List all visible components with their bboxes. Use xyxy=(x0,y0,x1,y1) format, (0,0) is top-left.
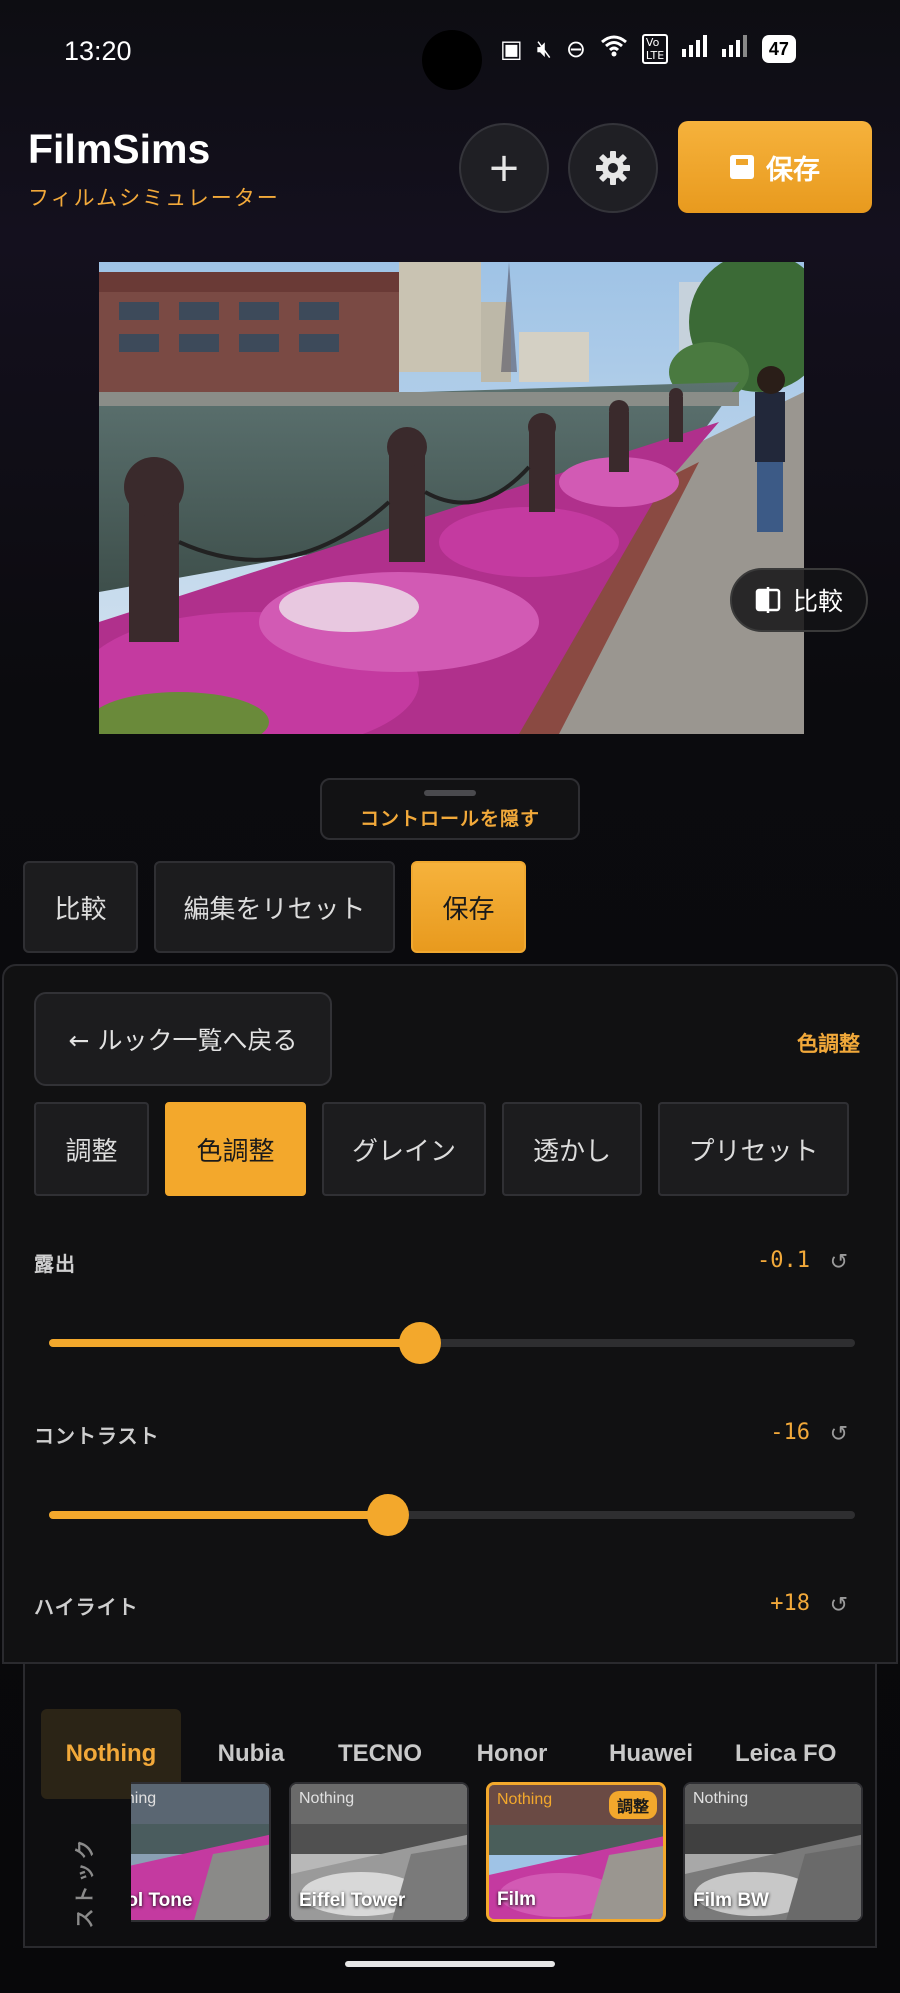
back-to-looks-button[interactable]: ← ルック一覧へ戻る xyxy=(34,992,332,1086)
compare-toggle[interactable]: 比較 xyxy=(730,568,868,632)
highlights-reset-icon[interactable]: ↺ xyxy=(830,1593,848,1618)
nfc-icon: ▣ xyxy=(500,35,523,63)
contrast-slider-thumb[interactable] xyxy=(366,1494,409,1536)
hide-controls-button[interactable]: コントロールを隠す xyxy=(320,778,580,840)
exposure-label: 露出 xyxy=(34,1252,76,1276)
look-card[interactable]: Nothing Film BW xyxy=(683,1782,863,1922)
home-indicator[interactable] xyxy=(345,1961,555,1967)
drag-handle xyxy=(424,790,476,796)
volte-icon: Vo LTE xyxy=(641,34,668,64)
compare-button[interactable]: 比較 xyxy=(23,861,138,953)
current-section-label: 色調整 xyxy=(797,1032,860,1056)
save-label: 保存 xyxy=(766,154,820,186)
highlights-label: ハイライト xyxy=(34,1595,139,1619)
look-card[interactable]: Nothing Eiffel Tower xyxy=(289,1782,469,1922)
contrast-slider[interactable] xyxy=(49,1494,855,1536)
contrast-label: コントラスト xyxy=(34,1424,160,1448)
adjusted-badge: 調整 xyxy=(608,1791,657,1819)
highlights-value: +18 xyxy=(770,1591,810,1616)
contrast-reset-icon[interactable]: ↺ xyxy=(830,1422,848,1447)
compare-label: 比較 xyxy=(792,587,843,616)
look-card-active[interactable]: Nothing 調整 Film xyxy=(486,1782,666,1922)
contrast-value: -16 xyxy=(770,1420,810,1445)
status-icons: ▣ 🔇︎ ⊖ Vo LTE 47 xyxy=(500,34,796,64)
save-button[interactable]: 保存 xyxy=(411,861,526,953)
tab-grain[interactable]: グレイン xyxy=(322,1102,486,1196)
exposure-slider-thumb[interactable] xyxy=(398,1322,441,1364)
look-browser: Nothing Nubia TECNO Honor Huawei Leica F… xyxy=(23,1664,877,1948)
save-disk-icon xyxy=(730,155,754,179)
reset-edits-button[interactable]: 編集をリセット xyxy=(154,861,395,953)
exposure-reset-icon[interactable]: ↺ xyxy=(830,1250,848,1275)
compare-split-icon xyxy=(755,587,781,613)
plus-icon: + xyxy=(487,145,521,191)
tab-watermark[interactable]: 透かし xyxy=(502,1102,642,1196)
dnd-icon: ⊖ xyxy=(565,35,586,63)
look-thumbnails: Nothing Cool Tone Nothing Eiffel Tower N… xyxy=(131,1782,875,1942)
exposure-slider-fill xyxy=(49,1339,420,1347)
exposure-slider[interactable] xyxy=(49,1322,855,1364)
save-button-top[interactable]: 保存 xyxy=(678,121,872,213)
look-card[interactable]: Nothing Cool Tone xyxy=(131,1782,271,1922)
gear-icon xyxy=(596,151,630,185)
wifi-icon xyxy=(600,35,628,63)
app-subtitle: フィルムシミュレーター xyxy=(28,186,280,210)
hide-controls-label: コントロールを隠す xyxy=(359,808,540,830)
status-time: 13:20 xyxy=(64,36,132,66)
front-camera xyxy=(422,30,482,90)
exposure-value: -0.1 xyxy=(757,1248,810,1273)
app-title: FilmSims xyxy=(28,126,211,172)
adjustment-panel: ← ルック一覧へ戻る 色調整 調整 色調整 グレイン 透かし プリセット 露出 … xyxy=(2,964,898,1664)
category-label: ストック xyxy=(72,1836,97,1928)
signal-icon-2 xyxy=(721,35,748,63)
tab-adjust[interactable]: 調整 xyxy=(34,1102,149,1196)
add-image-button[interactable]: + xyxy=(459,123,549,213)
signal-icon-1 xyxy=(681,35,708,63)
tab-color[interactable]: 色調整 xyxy=(165,1102,306,1196)
settings-button[interactable] xyxy=(568,123,658,213)
battery-icon: 47 xyxy=(761,35,796,63)
mute-icon: 🔇︎ xyxy=(536,35,552,63)
tab-presets[interactable]: プリセット xyxy=(658,1102,849,1196)
preview-image xyxy=(99,262,804,734)
contrast-slider-fill xyxy=(49,1511,388,1519)
photo-preview[interactable] xyxy=(99,262,804,734)
